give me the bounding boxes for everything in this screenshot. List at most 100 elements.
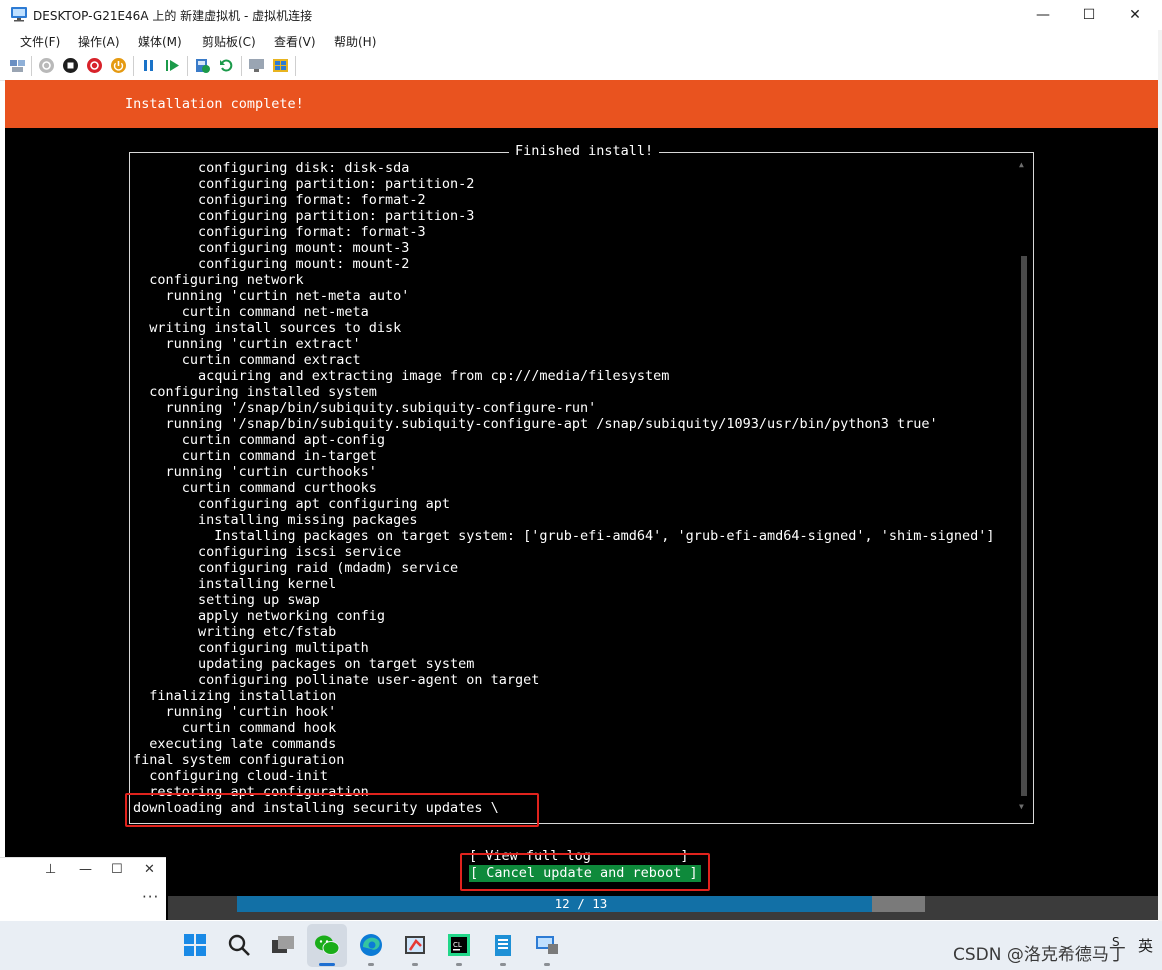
frame-title: Finished install!	[509, 142, 660, 160]
log-line: configuring pollinate user-agent on targ…	[133, 672, 540, 688]
taskbar-indicator	[500, 963, 506, 966]
highlight-box-cancel-button	[460, 853, 710, 891]
menu-bar: 文件(F) 操作(A) 媒体(M) 剪贴板(C) 查看(V) 帮助(H)	[0, 30, 1162, 52]
menu-action[interactable]: 操作(A)	[78, 33, 120, 50]
vm-connection-icon	[11, 7, 27, 22]
maximize-button[interactable]: ☐	[1066, 0, 1112, 30]
log-line: curtin command extract	[133, 352, 361, 368]
close-button[interactable]: ✕	[1112, 0, 1158, 30]
toolbar-separator	[295, 56, 296, 76]
task-view-icon[interactable]	[270, 932, 296, 958]
floating-mini-window: ⊥ — ☐ ✕ ···	[0, 857, 166, 922]
log-line: running 'curtin hook'	[133, 704, 337, 720]
taskbar-indicator	[456, 963, 462, 966]
highlight-box-security-updates	[125, 793, 539, 827]
toolbar-separator	[31, 56, 32, 76]
app-icon[interactable]	[490, 932, 516, 958]
log-line: final system configuration	[133, 752, 345, 768]
log-line: configuring partition: partition-3	[133, 208, 475, 224]
windows-start-icon[interactable]	[182, 932, 208, 958]
log-line: configuring cloud-init	[133, 768, 329, 784]
vm-console[interactable]: Installation complete! Finished install!…	[5, 80, 1158, 920]
scroll-down-icon[interactable]: ▼	[1019, 802, 1024, 811]
menu-media[interactable]: 媒体(M)	[138, 33, 182, 50]
search-icon[interactable]	[226, 932, 252, 958]
start-icon[interactable]	[38, 57, 55, 74]
install-log: configuring disk: disk-sda configuring p…	[133, 160, 1013, 816]
turn-off-icon[interactable]	[62, 57, 79, 74]
window-titlebar: DESKTOP-G21E46A 上的 新建虚拟机 - 虚拟机连接 — ☐ ✕	[0, 0, 1162, 30]
taskbar-indicator	[544, 963, 550, 966]
background-window-edge	[1158, 30, 1162, 921]
wechat-icon[interactable]	[314, 932, 340, 958]
log-line: configuring partition: partition-2	[133, 176, 475, 192]
log-line: configuring raid (mdadm) service	[133, 560, 459, 576]
log-line: acquiring and extracting image from cp:/…	[133, 368, 670, 384]
log-line: updating packages on target system	[133, 656, 475, 672]
mini-maximize-button[interactable]: ☐	[111, 862, 123, 877]
toolbar-separator	[187, 56, 188, 76]
power-icon[interactable]	[110, 57, 127, 74]
log-line: configuring format: format-2	[133, 192, 426, 208]
log-line: configuring disk: disk-sda	[133, 160, 410, 176]
log-line: installing kernel	[133, 576, 337, 592]
minimize-icon: —	[1036, 7, 1050, 23]
toolbar-separator	[133, 56, 134, 76]
ime-language-indicator[interactable]: 英	[1138, 935, 1153, 956]
log-line: running '/snap/bin/subiquity.subiquity-c…	[133, 416, 938, 432]
scroll-thumb[interactable]	[1021, 256, 1027, 796]
taskbar-indicator	[368, 963, 374, 966]
shutdown-icon[interactable]	[86, 57, 103, 74]
log-line: curtin command curthooks	[133, 480, 377, 496]
log-line: running 'curtin extract'	[133, 336, 361, 352]
clion-icon[interactable]: CL	[446, 932, 472, 958]
ime-mode-indicator[interactable]: S	[1112, 935, 1120, 949]
log-line: running 'curtin curthooks'	[133, 464, 377, 480]
minimize-button[interactable]: —	[1020, 0, 1066, 30]
log-line: curtin command apt-config	[133, 432, 385, 448]
svg-text:CL: CL	[453, 941, 462, 949]
log-line: running '/snap/bin/subiquity.subiquity-c…	[133, 400, 597, 416]
log-line: configuring installed system	[133, 384, 377, 400]
log-line: installing missing packages	[133, 512, 418, 528]
hyperv-icon[interactable]	[534, 932, 560, 958]
basic-session-icon[interactable]	[272, 57, 289, 74]
menu-clipboard[interactable]: 剪贴板(C)	[202, 33, 256, 50]
log-line: Installing packages on target system: ['…	[133, 528, 995, 544]
log-line: configuring iscsi service	[133, 544, 402, 560]
edge-icon[interactable]	[358, 932, 384, 958]
progress-text: 12 / 13	[554, 896, 608, 911]
mini-close-button[interactable]: ✕	[144, 862, 155, 877]
pin-icon[interactable]: ⊥	[45, 862, 56, 877]
paint-icon[interactable]	[402, 932, 428, 958]
revert-icon[interactable]	[218, 57, 235, 74]
mini-minimize-button[interactable]: —	[79, 862, 92, 877]
toolbar	[0, 52, 1162, 81]
pause-icon[interactable]	[140, 57, 157, 74]
log-line: running 'curtin net-meta auto'	[133, 288, 410, 304]
menu-view[interactable]: 查看(V)	[274, 33, 316, 50]
more-options-icon[interactable]: ···	[142, 888, 159, 906]
log-line: curtin command net-meta	[133, 304, 369, 320]
log-line: writing etc/fstab	[133, 624, 337, 640]
log-line: configuring apt configuring apt	[133, 496, 450, 512]
menu-help[interactable]: 帮助(H)	[334, 33, 376, 50]
toolbar-separator	[241, 56, 242, 76]
checkpoint-icon[interactable]	[194, 57, 211, 74]
log-line: configuring format: format-3	[133, 224, 426, 240]
scroll-up-icon[interactable]: ▲	[1019, 160, 1024, 169]
log-line: configuring multipath	[133, 640, 369, 656]
log-line: configuring mount: mount-2	[133, 256, 410, 272]
enhanced-session-icon[interactable]	[248, 57, 265, 74]
resume-icon[interactable]	[164, 57, 181, 74]
ctrl-alt-del-icon[interactable]	[9, 57, 26, 74]
taskbar-indicator	[319, 963, 335, 966]
log-scrollbar[interactable]: ▲ ▼	[1019, 160, 1029, 814]
log-line: curtin command in-target	[133, 448, 377, 464]
window-title: DESKTOP-G21E46A 上的 新建虚拟机 - 虚拟机连接	[33, 9, 313, 23]
watermark: CSDN @洛克希德马丁	[953, 945, 1126, 965]
log-line: finalizing installation	[133, 688, 337, 704]
log-line: configuring mount: mount-3	[133, 240, 410, 256]
menu-file[interactable]: 文件(F)	[20, 33, 60, 50]
maximize-icon: ☐	[1082, 7, 1096, 23]
